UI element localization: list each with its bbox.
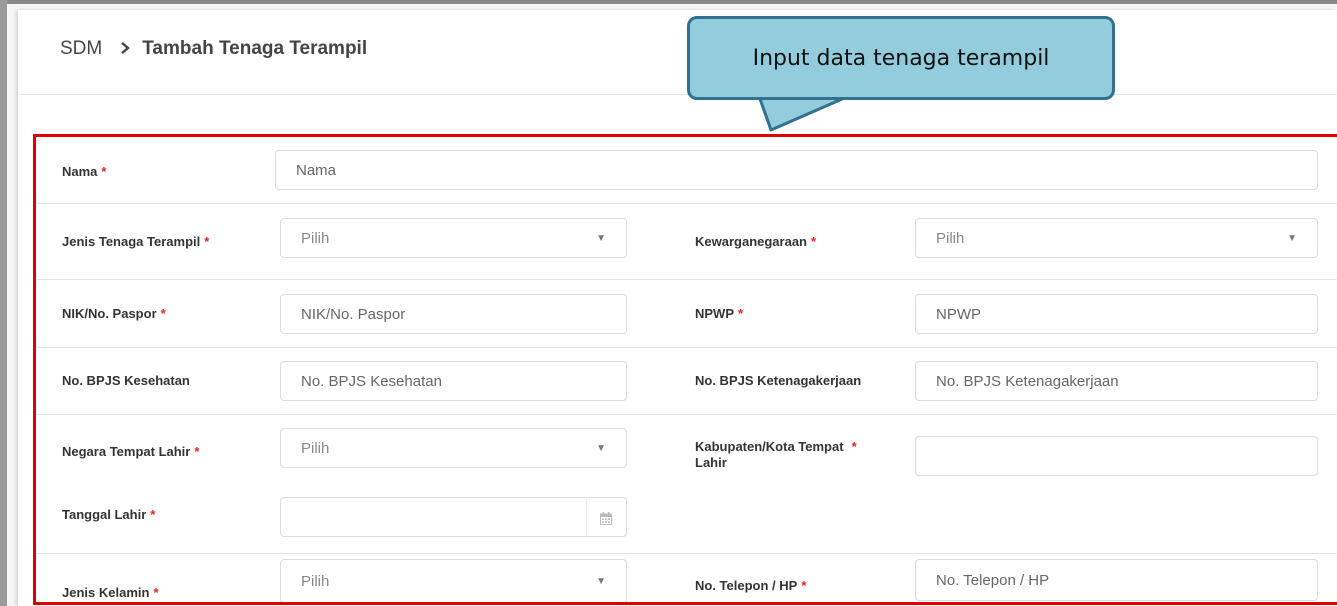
highlight-frame	[33, 134, 1337, 605]
breadcrumb: SDM Tambah Tenaga Terampil	[60, 38, 367, 60]
header-spacer	[18, 95, 1337, 135]
breadcrumb-current: Tambah Tenaga Terampil	[142, 38, 368, 59]
callout-tail	[757, 96, 851, 132]
breadcrumb-root[interactable]: SDM	[60, 38, 102, 60]
window-top-border	[0, 0, 1337, 4]
window-left-border	[0, 0, 7, 606]
chevron-right-icon	[120, 41, 131, 57]
callout-bubble: Input data tenaga terampil	[687, 16, 1115, 100]
